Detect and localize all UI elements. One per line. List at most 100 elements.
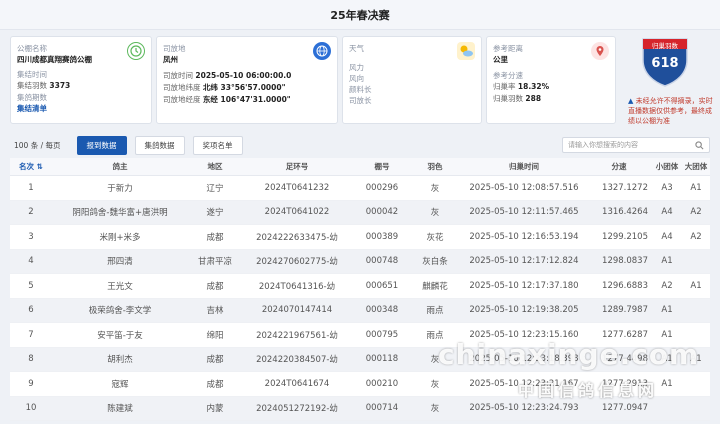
cell-loft-number: 000389	[365, 231, 399, 242]
col-return-time: 归巢时间	[509, 162, 539, 171]
weather-card: 天气 风力 风向 颜料长 司放长	[342, 36, 482, 124]
col-loft-number: 棚号	[374, 162, 390, 171]
release-card: 司放地 凤州 司放时间 2025-05-10 06:00:00.0 司放地纬度 …	[156, 36, 338, 124]
cell-feather-color: 灰	[430, 208, 440, 219]
cell-owner: 极荣鸽舍-李文学	[88, 306, 152, 317]
cell-feather-color: 灰	[430, 355, 440, 366]
table-row[interactable]: 6 极荣鸽舍-李文学 吉林 2024070147414 000348 雨点 2025-05-…	[10, 298, 710, 323]
cell-ring: 2024221967561-幼	[256, 330, 338, 341]
cell-feather-color: 灰白条	[422, 257, 448, 268]
cell-feather-color: 雨点	[426, 330, 444, 341]
cell-area: 遂宁	[206, 208, 224, 219]
cell-loft-number: 000348	[365, 305, 399, 316]
cell-rank: 7	[28, 329, 34, 340]
info-cards: 公棚名称 四川成都真翔赛鸽公棚 集结时间 集结羽数 3373 集鸽期数 集结清单…	[10, 36, 622, 124]
cell-area: 甘肃平凉	[197, 257, 232, 268]
range-label: 司放长	[349, 96, 372, 105]
cell-rank: 1	[28, 182, 34, 193]
cell-feather-color: 灰	[430, 379, 440, 390]
rate-row: 归巢率 18.32%	[493, 82, 550, 91]
count-row: 集结羽数 3373	[17, 81, 71, 90]
temp-label: 颜料长	[349, 85, 372, 94]
cell-return-time: 2025-05-10 12:23:24.793	[469, 403, 579, 414]
notice-text: ▲ 未经允许不得摘录，实时直播数据仅供参考，最终成绩以公棚为准	[628, 97, 713, 125]
cell-rank: 4	[28, 256, 34, 267]
return-label: 集结时间	[17, 70, 47, 79]
table-row[interactable]: 10 陈建斌 内蒙 2024051272192-幼 000714 灰 2025-05-10 …	[10, 396, 710, 421]
cell-speed: 1277.4498	[602, 354, 648, 365]
cell-loft-number: 000795	[365, 329, 399, 340]
cell-feather-color: 雨点	[426, 306, 444, 317]
cell-return-time: 2025-05-10 12:11:57.465	[469, 207, 579, 218]
table-body: 1 于新力 辽宁 2024T0641232 000296 灰 2025-05-10 12:0…	[10, 176, 710, 421]
cell-feather-color: 麒麟花	[422, 281, 448, 292]
cell-area: 成都	[206, 232, 224, 243]
cell-ring: 2024T0641316-幼	[258, 281, 336, 292]
tab-award-list[interactable]: 奖项名单	[192, 135, 243, 155]
cell-rank: 9	[28, 378, 34, 389]
tab-collection-data[interactable]: 集鸽数据	[134, 135, 185, 155]
wind-force-label: 风力	[349, 63, 364, 72]
table-row[interactable]: 5 王光文 成都 2024T0641316-幼 000651 麒麟花 2025-05-10 …	[10, 274, 710, 299]
table-row[interactable]: 9 寇辉 成都 2024T0641674 000210 灰 2025-05-10 12:23…	[10, 372, 710, 397]
per-page-select[interactable]: 100 条 / 每页	[10, 138, 65, 153]
cell-ring: 2024051272192-幼	[256, 404, 338, 415]
club-value: 四川成都真翔赛鸽公棚	[17, 55, 92, 64]
table-row[interactable]: 2 阴阳鸽舍-魏华富+唐洪明 遂宁 2024T0641022 000042 灰 2025-0…	[10, 200, 710, 225]
col-big-group: 大团体	[684, 162, 708, 171]
cell-ring: 2024070147414	[261, 305, 333, 316]
cell-ring: 2024T0641232	[264, 182, 330, 193]
cell-owner: 陈建斌	[107, 404, 133, 415]
badge-top-label: 归巢羽数	[652, 42, 678, 50]
cell-area: 吉林	[206, 306, 224, 317]
cell-speed: 1316.4264	[602, 207, 648, 218]
cell-owner: 米刚+米多	[99, 232, 141, 243]
place-label: 司放地	[163, 44, 186, 53]
page-title: 25年春决赛	[0, 0, 720, 30]
release-time-row: 司放时间 2025-05-10 06:00:00.0	[163, 71, 292, 80]
table-row[interactable]: 8 胡利杰 成都 2024220384507-幼 000118 灰 2025-05-10 1…	[10, 347, 710, 372]
cell-small-group: A1	[661, 305, 673, 316]
cell-loft-number: 000042	[365, 207, 399, 218]
table-row[interactable]: 7 安平笛-于友 绵阳 2024221967561-幼 000795 雨点 2025-05-…	[10, 323, 710, 348]
tab-report-data[interactable]: 报到数据	[76, 135, 127, 155]
col-owner: 鸽主	[112, 162, 128, 171]
cell-small-group: A1	[661, 354, 673, 365]
cell-area: 成都	[206, 355, 224, 366]
shield-badge-icon: 归巢羽数 618	[640, 36, 690, 88]
col-rank[interactable]: 名次 ⇅	[10, 161, 52, 172]
cell-rank: 5	[28, 280, 34, 291]
sort-icon[interactable]: ⇅	[37, 162, 43, 171]
cell-small-group: A3	[661, 182, 673, 193]
table-row[interactable]: 1 于新力 辽宁 2024T0641232 000296 灰 2025-05-10 12:0…	[10, 176, 710, 201]
col-speed: 分速	[611, 162, 627, 171]
cell-return-time: 2025-05-10 12:19:38.205	[469, 305, 579, 316]
cell-return-time: 2025-05-10 12:16:53.194	[469, 231, 579, 242]
cell-rank: 2	[28, 207, 34, 218]
cell-rank: 10	[25, 403, 37, 414]
cell-rank: 3	[28, 231, 34, 242]
cell-speed: 1277.6287	[602, 329, 648, 340]
cell-return-time: 2025-05-10 12:17:12.824	[469, 256, 579, 267]
table-row[interactable]: 3 米刚+米多 成都 2024222633475-幼 000389 灰花 2025-05-1…	[10, 225, 710, 250]
table-row[interactable]: 4 邢四清 甘肃平凉 2024270602775-幼 000748 灰白条 2025-05-…	[10, 249, 710, 274]
col-small-group: 小团体	[655, 162, 679, 171]
table-header: 名次 ⇅ 鸽主 地区 足环号 棚号 羽色 归巢时间 分速 小团体 大团体	[10, 158, 710, 176]
date-label: 集鸽期数	[17, 93, 47, 102]
cell-loft-number: 000210	[365, 378, 399, 389]
status-value[interactable]: 集结清单	[17, 103, 145, 115]
search-icon[interactable]	[695, 140, 704, 150]
cell-speed: 1277.0947	[602, 403, 648, 414]
search-input[interactable]: 请输入你想搜索的内容	[562, 137, 710, 153]
cell-owner: 寇辉	[111, 379, 129, 390]
cell-feather-color: 灰	[430, 404, 440, 415]
col-ring: 足环号	[285, 162, 309, 171]
cell-speed: 1298.0837	[602, 256, 648, 267]
cell-owner: 邢四清	[107, 257, 133, 268]
cell-feather-color: 灰	[430, 183, 440, 194]
cell-owner: 于新力	[107, 183, 133, 194]
release-lat-row: 司放地纬度 北纬 33°56'57.0000"	[163, 83, 286, 92]
alert-icon: ▲	[628, 97, 634, 105]
cell-owner: 安平笛-于友	[97, 330, 143, 341]
badge-number: 618	[651, 56, 679, 71]
